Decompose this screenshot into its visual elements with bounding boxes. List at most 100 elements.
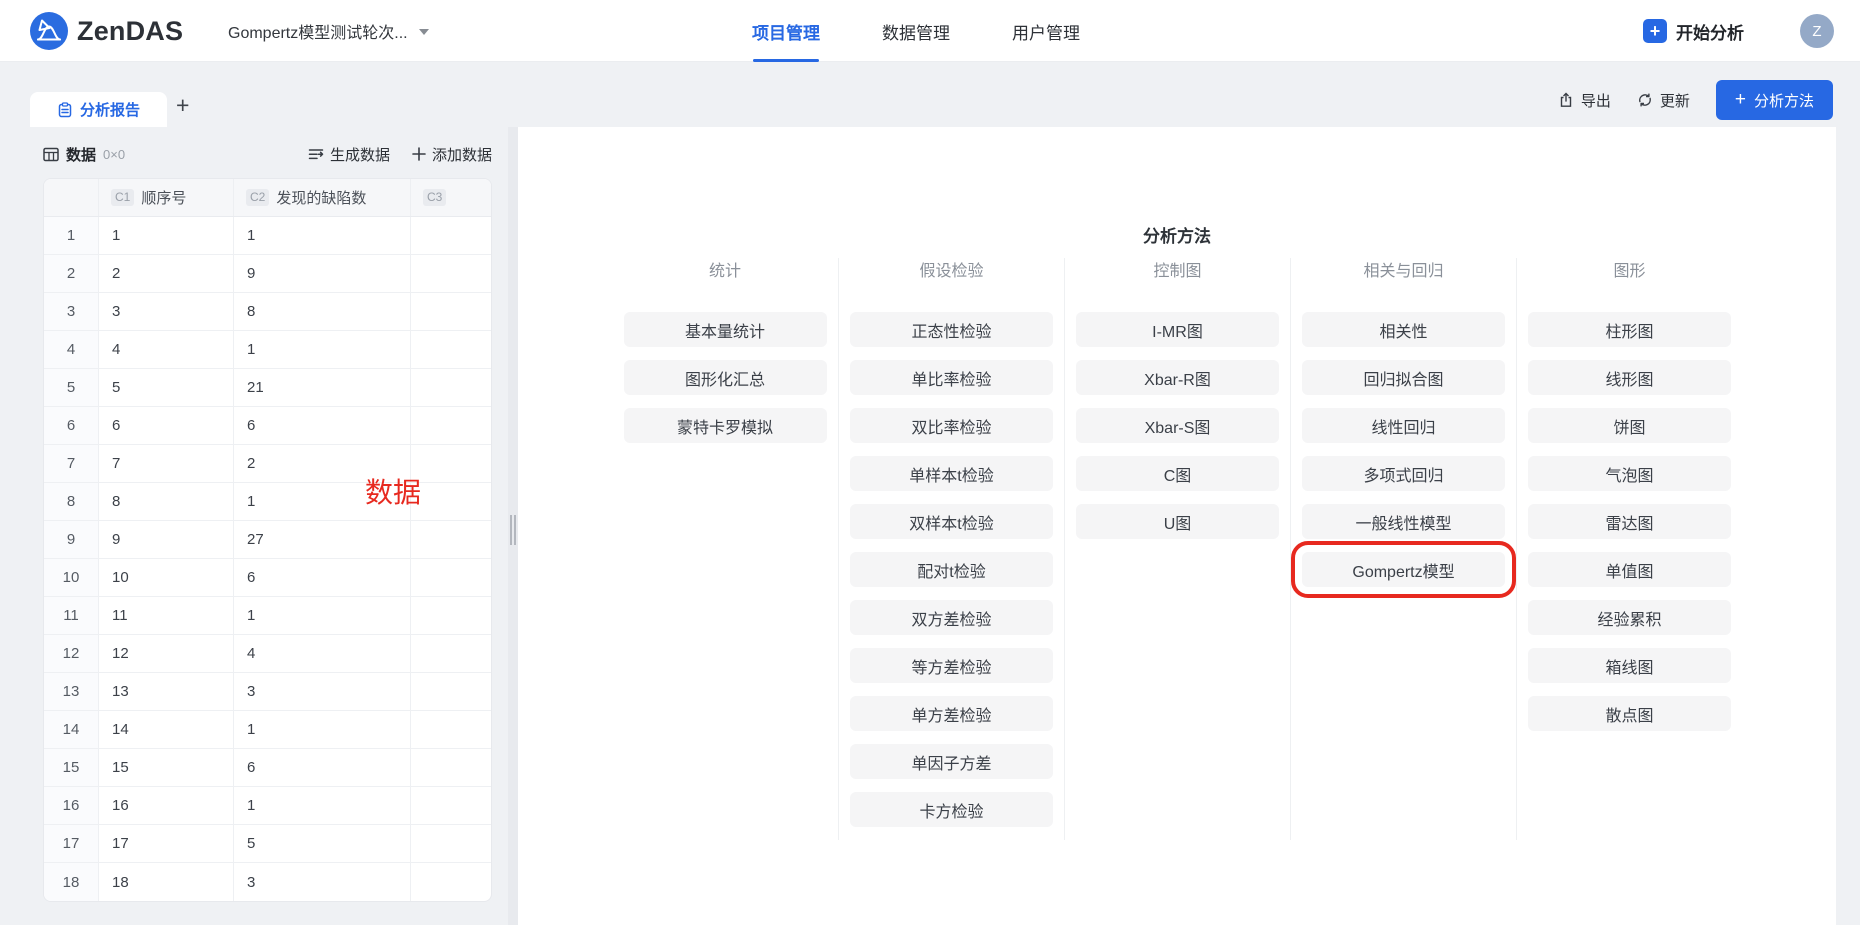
table-cell[interactable]: 9 <box>99 521 234 558</box>
table-cell[interactable] <box>411 255 491 292</box>
table-cell[interactable]: 3 <box>99 293 234 330</box>
method-button[interactable]: 基本量统计 <box>624 312 827 347</box>
nav-tab-user-management[interactable]: 用户管理 <box>1012 0 1080 62</box>
table-cell[interactable]: 1 <box>234 331 411 368</box>
method-button[interactable]: 散点图 <box>1528 696 1731 731</box>
panel-splitter[interactable] <box>508 127 518 925</box>
table-cell[interactable]: 6 <box>99 407 234 444</box>
nav-tab-project-management[interactable]: 项目管理 <box>752 0 820 62</box>
export-button[interactable]: 导出 <box>1558 90 1611 111</box>
project-selector[interactable]: Gompertz模型测试轮次... <box>228 0 429 62</box>
table-cell[interactable] <box>411 407 491 444</box>
table-cell[interactable]: 5 <box>99 369 234 406</box>
refresh-button[interactable]: 更新 <box>1637 90 1690 111</box>
method-button[interactable]: 等方差检验 <box>850 648 1053 683</box>
table-cell[interactable] <box>411 293 491 330</box>
table-cell[interactable] <box>411 749 491 786</box>
table-cell[interactable]: 14 <box>99 711 234 748</box>
method-button[interactable]: 单样本t检验 <box>850 456 1053 491</box>
tab-analysis-report[interactable]: 分析报告 <box>30 92 167 127</box>
method-button[interactable]: 正态性检验 <box>850 312 1053 347</box>
method-button[interactable]: 双样本t检验 <box>850 504 1053 539</box>
generate-data-button[interactable]: 生成数据 <box>308 144 390 165</box>
table-cell[interactable] <box>411 331 491 368</box>
table-cell[interactable]: 6 <box>234 749 411 786</box>
method-button[interactable]: I-MR图 <box>1076 312 1279 347</box>
table-cell[interactable] <box>411 521 491 558</box>
method-button[interactable]: 双比率检验 <box>850 408 1053 443</box>
table-cell[interactable]: 3 <box>234 673 411 710</box>
table-cell[interactable] <box>411 825 491 862</box>
method-button[interactable]: 相关性 <box>1302 312 1505 347</box>
method-button[interactable]: 线性回归 <box>1302 408 1505 443</box>
method-button[interactable]: 饼图 <box>1528 408 1731 443</box>
add-data-button[interactable]: 添加数据 <box>412 144 492 165</box>
table-cell[interactable] <box>411 559 491 596</box>
method-button[interactable]: 单比率检验 <box>850 360 1053 395</box>
method-button[interactable]: 箱线图 <box>1528 648 1731 683</box>
nav-tab-data-management[interactable]: 数据管理 <box>882 0 950 62</box>
method-button[interactable]: 单值图 <box>1528 552 1731 587</box>
column-header-c1[interactable]: C1顺序号 <box>99 179 234 216</box>
table-cell[interactable]: 2 <box>99 255 234 292</box>
table-cell[interactable]: 1 <box>234 217 411 254</box>
table-cell[interactable]: 8 <box>99 483 234 520</box>
table-cell[interactable]: 7 <box>99 445 234 482</box>
method-button[interactable]: 卡方检验 <box>850 792 1053 827</box>
table-cell[interactable]: 21 <box>234 369 411 406</box>
method-button[interactable]: 配对t检验 <box>850 552 1053 587</box>
method-button[interactable]: 双方差检验 <box>850 600 1053 635</box>
table-cell[interactable]: 1 <box>99 217 234 254</box>
table-cell[interactable]: 16 <box>99 787 234 824</box>
table-cell[interactable]: 9 <box>234 255 411 292</box>
table-cell[interactable]: 6 <box>234 559 411 596</box>
table-cell[interactable] <box>411 863 491 901</box>
method-button[interactable]: U图 <box>1076 504 1279 539</box>
table-cell[interactable]: 6 <box>234 407 411 444</box>
table-cell[interactable]: 15 <box>99 749 234 786</box>
table-cell[interactable] <box>411 217 491 254</box>
method-button[interactable]: 回归拟合图 <box>1302 360 1505 395</box>
method-button[interactable]: 雷达图 <box>1528 504 1731 539</box>
table-cell[interactable]: 13 <box>99 673 234 710</box>
method-button[interactable]: 蒙特卡罗模拟 <box>624 408 827 443</box>
method-button[interactable]: 线形图 <box>1528 360 1731 395</box>
table-cell[interactable] <box>411 369 491 406</box>
table-cell[interactable]: 4 <box>99 331 234 368</box>
table-cell[interactable]: 10 <box>99 559 234 596</box>
table-cell[interactable] <box>411 711 491 748</box>
method-button[interactable]: Xbar-S图 <box>1076 408 1279 443</box>
start-analysis-button[interactable]: + 开始分析 <box>1643 19 1744 44</box>
method-button[interactable]: Xbar-R图 <box>1076 360 1279 395</box>
column-header-c2[interactable]: C2发现的缺陷数 <box>234 179 411 216</box>
avatar[interactable]: Z <box>1800 14 1834 48</box>
table-cell[interactable]: 17 <box>99 825 234 862</box>
table-cell[interactable]: 1 <box>234 711 411 748</box>
table-cell[interactable] <box>411 635 491 672</box>
method-button[interactable]: 单方差检验 <box>850 696 1053 731</box>
method-button[interactable]: C图 <box>1076 456 1279 491</box>
column-header-c3[interactable]: C3 <box>411 179 491 216</box>
analysis-method-button[interactable]: + 分析方法 <box>1716 80 1833 120</box>
table-cell[interactable]: 12 <box>99 635 234 672</box>
table-cell[interactable]: 18 <box>99 863 234 901</box>
method-button[interactable]: 柱形图 <box>1528 312 1731 347</box>
table-cell[interactable]: 1 <box>234 597 411 634</box>
method-button[interactable]: 气泡图 <box>1528 456 1731 491</box>
table-cell[interactable] <box>411 483 491 520</box>
table-cell[interactable] <box>411 445 491 482</box>
table-cell[interactable]: 5 <box>234 825 411 862</box>
method-button-highlighted[interactable]: Gompertz模型 <box>1302 552 1505 587</box>
method-button[interactable]: 图形化汇总 <box>624 360 827 395</box>
method-button[interactable]: 多项式回归 <box>1302 456 1505 491</box>
table-cell[interactable]: 27 <box>234 521 411 558</box>
table-cell[interactable]: 11 <box>99 597 234 634</box>
table-cell[interactable] <box>411 597 491 634</box>
table-cell[interactable] <box>411 787 491 824</box>
table-cell[interactable]: 1 <box>234 787 411 824</box>
table-cell[interactable]: 4 <box>234 635 411 672</box>
table-cell[interactable]: 3 <box>234 863 411 901</box>
method-button[interactable]: 单因子方差 <box>850 744 1053 779</box>
table-cell[interactable]: 8 <box>234 293 411 330</box>
table-cell[interactable] <box>411 673 491 710</box>
